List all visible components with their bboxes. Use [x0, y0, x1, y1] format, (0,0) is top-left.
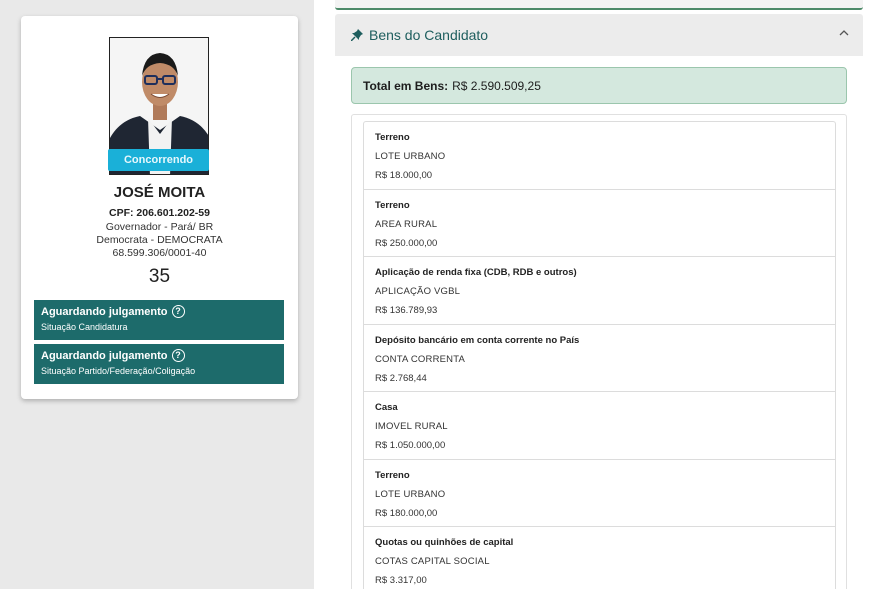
total-value: R$ 2.590.509,25	[452, 78, 541, 93]
total-label: Total em Bens:	[363, 78, 449, 93]
item-description: COTAS CAPITAL SOCIAL	[375, 556, 490, 567]
help-icon[interactable]: ?	[171, 349, 185, 362]
item-description: AREA RURAL	[375, 218, 438, 230]
item-description: IMOVEL RURAL	[375, 421, 448, 432]
list-item: Aplicação de renda fixa (CDB, RDB e outr…	[364, 257, 835, 325]
list-item: Depósito bancário em conta corrente no P…	[364, 325, 835, 392]
item-type: Terreno	[375, 132, 410, 143]
chevron-up-icon[interactable]	[839, 28, 849, 38]
item-description: CONTA CORRENTA	[375, 353, 466, 365]
situation-subtitle: Situação Partido/Federação/Coligação	[41, 366, 196, 376]
candidate-number: 35	[148, 266, 171, 287]
list-item: Terreno AREA RURAL R$ 250.000,00	[364, 190, 835, 257]
item-description: APLICAÇÃO VGBL	[375, 286, 461, 297]
item-value: R$ 180.000,00	[375, 507, 438, 519]
help-icon[interactable]: ?	[171, 305, 185, 318]
item-value: R$ 136.789,93	[375, 305, 438, 316]
situation-partido: Aguardando julgamento ? Situação Partido…	[34, 344, 284, 384]
item-type: Depósito bancário em conta corrente no P…	[375, 334, 580, 346]
item-value: R$ 250.000,00	[375, 237, 438, 249]
status-badge: Concorrendo	[108, 149, 209, 171]
total-bens-box: Total em Bens: R$ 2.590.509,25	[351, 67, 847, 104]
bens-title: Bens do Candidato	[369, 27, 489, 43]
item-type: Terreno	[375, 469, 410, 481]
candidate-party: Democrata - DEMOCRATA	[96, 234, 223, 246]
pin-icon	[351, 29, 363, 41]
list-item: Quotas ou quinhões de capital COTAS CAPI…	[364, 527, 835, 589]
bens-list: Terreno LOTE URBANO R$ 18.000,00 Terreno…	[363, 121, 836, 589]
candidate-cpf: CPF: 206.601.202-59	[109, 207, 210, 219]
list-item: Terreno LOTE URBANO R$ 180.000,00	[364, 460, 835, 527]
situation-title: Aguardando julgamento	[41, 305, 168, 318]
item-description: LOTE URBANO	[375, 151, 446, 162]
candidate-name: JOSÉ MOITA	[113, 184, 206, 201]
list-item: Terreno LOTE URBANO R$ 18.000,00	[364, 122, 835, 190]
list-item: Casa IMOVEL RURAL R$ 1.050.000,00	[364, 392, 835, 460]
item-value: R$ 18.000,00	[375, 170, 433, 181]
candidate-card: Concorrendo JOSÉ MOITA CPF: 206.601.202-…	[21, 16, 298, 399]
situation-subtitle: Situação Candidatura	[41, 322, 128, 332]
item-description: LOTE URBANO	[375, 488, 446, 500]
item-value: R$ 2.768,44	[375, 372, 427, 384]
item-type: Casa	[375, 402, 398, 413]
candidate-office: Governador - Pará/ BR	[105, 221, 214, 233]
item-value: R$ 3.317,00	[375, 575, 427, 586]
situation-title: Aguardando julgamento	[41, 349, 168, 362]
previous-section-footer	[335, 0, 863, 10]
bens-accordion-header[interactable]: Bens do Candidato	[335, 14, 863, 56]
item-type: Quotas ou quinhões de capital	[375, 537, 514, 548]
candidate-cnpj: 68.599.306/0001-40	[112, 247, 207, 259]
item-type: Terreno	[375, 199, 410, 211]
situation-candidatura: Aguardando julgamento ? Situação Candida…	[34, 300, 284, 340]
main-panel: Bens do Candidato Total em Bens: R$ 2.59…	[314, 0, 889, 589]
item-value: R$ 1.050.000,00	[375, 440, 446, 451]
item-type: Aplicação de renda fixa (CDB, RDB e outr…	[375, 267, 577, 278]
